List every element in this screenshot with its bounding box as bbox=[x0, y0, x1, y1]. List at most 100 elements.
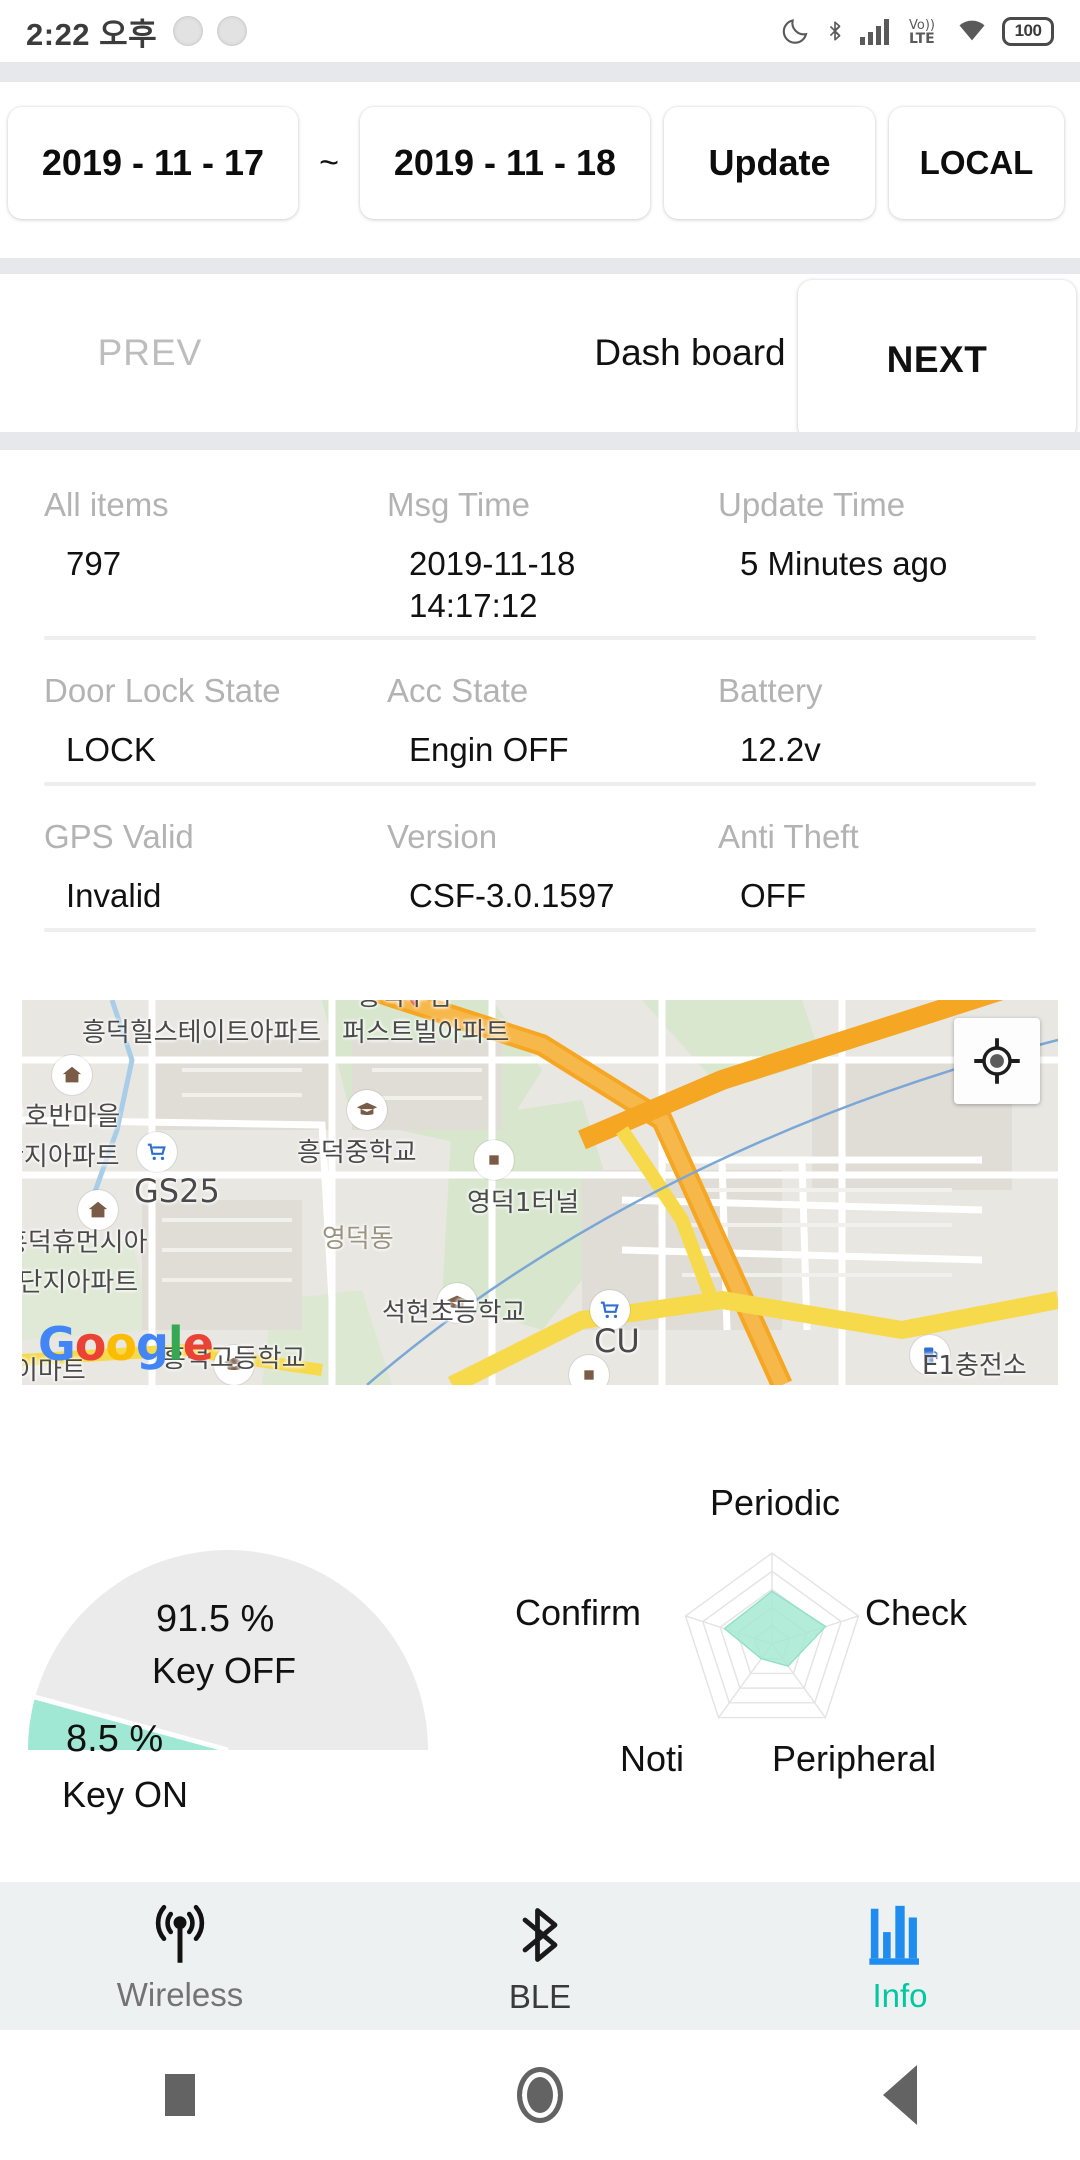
tab-info-label: Info bbox=[872, 1977, 928, 2014]
map-poi-building-icon-1 bbox=[474, 1140, 514, 1180]
battery-level-text: 100 bbox=[1014, 21, 1042, 40]
tab-ble-label: BLE bbox=[508, 1978, 572, 2015]
page-nav-bar: PREV Dash board NEXT bbox=[0, 274, 1080, 440]
android-home-button[interactable] bbox=[360, 2067, 720, 2123]
pie-label-key-off: Key OFF bbox=[152, 1650, 297, 1691]
next-button[interactable]: NEXT bbox=[798, 280, 1076, 440]
radar-label-confirm: Confirm bbox=[515, 1592, 642, 1633]
info-value-door-lock-state: LOCK bbox=[66, 731, 156, 768]
map-poi-school-icon-1 bbox=[347, 1090, 387, 1130]
pie-value-key-off: 91.5 % bbox=[156, 1598, 275, 1640]
location-map[interactable]: 흥덕힐스테이트아파트 퍼스트빌아파트 흥덕우남 2호반마을 한지아파트 GS25… bbox=[22, 1000, 1058, 1385]
info-label-anti-theft: Anti Theft bbox=[718, 818, 859, 855]
info-value-msg-time: 2019-11-18 14:17:12 bbox=[409, 545, 576, 625]
update-button-label: Update bbox=[708, 142, 831, 183]
map-label: 퍼스트빌아파트 bbox=[342, 1018, 510, 1048]
radar-chart: Periodic Check Peripheral Noti Confirm bbox=[515, 1430, 1080, 1830]
status-bar-clock: 2:22 오후 bbox=[26, 16, 158, 52]
signal-bars-icon bbox=[859, 16, 895, 46]
info-row-1: All items 797 Msg Time 2019-11-18 14:17:… bbox=[0, 450, 1080, 624]
map-label: 1단지아파트 bbox=[22, 1268, 139, 1298]
date-range-toolbar: 2019 - 11 - 17 ~ 2019 - 11 - 18 Update L… bbox=[0, 82, 1080, 244]
info-label-version: Version bbox=[387, 818, 498, 855]
battery-icon: 100 bbox=[1002, 16, 1054, 46]
divider-strip-top bbox=[0, 62, 1080, 82]
local-button[interactable]: LOCAL bbox=[889, 107, 1064, 219]
tab-info[interactable]: Info bbox=[720, 1897, 1080, 2015]
radar-label-check: Check bbox=[865, 1592, 968, 1633]
pie-value-key-on: 8.5 % bbox=[66, 1718, 164, 1760]
info-row-2: Door Lock State LOCK Acc State Engin OFF… bbox=[0, 640, 1080, 768]
info-label-all-items: All items bbox=[44, 486, 169, 523]
info-label-gps-valid: GPS Valid bbox=[44, 818, 194, 855]
update-button[interactable]: Update bbox=[664, 107, 875, 219]
triangle-back-icon bbox=[883, 2065, 917, 2125]
info-cell-update-time: Update Time 5 Minutes ago bbox=[656, 450, 1080, 600]
bluetooth-icon bbox=[824, 15, 846, 47]
status-bar: 2:22 오후 Vo)) LTE 100 bbox=[0, 0, 1080, 62]
circle-home-icon bbox=[517, 2067, 563, 2123]
info-value-anti-theft: OFF bbox=[740, 877, 806, 914]
radar-chart-plot bbox=[684, 1552, 860, 1719]
radar-label-peripheral: Peripheral bbox=[772, 1738, 937, 1779]
info-label-battery: Battery bbox=[718, 672, 823, 709]
info-label-acc-state: Acc State bbox=[387, 672, 529, 709]
info-cell-version: Version CSF-3.0.1597 bbox=[333, 786, 656, 914]
tab-wireless-label: Wireless bbox=[116, 1976, 244, 2013]
my-location-button[interactable] bbox=[954, 1018, 1040, 1104]
map-label: 영덕1터널 bbox=[467, 1188, 580, 1218]
info-row-3: GPS Valid Invalid Version CSF-3.0.1597 A… bbox=[0, 786, 1080, 914]
info-cell-msg-time: Msg Time 2019-11-18 14:17:12 bbox=[333, 450, 656, 624]
map-label: E1충전소 bbox=[922, 1351, 1027, 1381]
status-bar-system-icons: Vo)) LTE 100 bbox=[781, 15, 1054, 47]
map-label: 흥덕우남 bbox=[357, 1000, 453, 1013]
svg-text:LTE: LTE bbox=[909, 31, 935, 47]
info-cell-acc-state: Acc State Engin OFF bbox=[333, 640, 656, 768]
info-cell-anti-theft: Anti Theft OFF bbox=[656, 786, 1080, 914]
tab-wireless[interactable]: Wireless bbox=[0, 1898, 360, 2014]
charts-section: Periodic Check Peripheral Noti Confirm 9… bbox=[0, 1430, 1080, 1900]
date-from-button[interactable]: 2019 - 11 - 17 bbox=[8, 107, 298, 219]
date-to-value: 2019 - 11 - 18 bbox=[393, 142, 617, 183]
info-value-acc-state: Engin OFF bbox=[409, 731, 569, 768]
divider-strip-below-nav bbox=[0, 432, 1080, 450]
tab-ble[interactable]: BLE bbox=[360, 1896, 720, 2016]
key-state-pie-chart: 91.5 % Key OFF 8.5 % Key ON bbox=[0, 1430, 500, 1815]
date-to-button[interactable]: 2019 - 11 - 18 bbox=[360, 107, 650, 219]
divider-strip-mid bbox=[0, 258, 1080, 274]
android-back-button[interactable] bbox=[720, 2065, 1080, 2125]
bluetooth-icon bbox=[522, 1908, 558, 1962]
map-label: 영덕동 bbox=[322, 1224, 394, 1254]
bottom-tab-bar: Wireless BLE Info bbox=[0, 1882, 1080, 2030]
info-divider-3 bbox=[44, 928, 1036, 932]
status-bar-notification-icons bbox=[173, 16, 248, 46]
notification-dot-icon-1 bbox=[173, 16, 204, 46]
map-label: 석현초등학교 bbox=[382, 1298, 526, 1328]
local-button-label: LOCAL bbox=[919, 144, 1034, 181]
date-range-separator: ~ bbox=[319, 143, 339, 182]
radar-label-periodic: Periodic bbox=[710, 1482, 841, 1523]
info-label-door-lock-state: Door Lock State bbox=[44, 672, 281, 709]
my-location-icon bbox=[974, 1038, 1020, 1084]
pie-label-key-on: Key ON bbox=[62, 1774, 189, 1815]
prev-button[interactable]: PREV bbox=[0, 332, 300, 374]
info-cell-all-items: All items 797 bbox=[0, 450, 333, 600]
map-label: 2호반마을 bbox=[22, 1102, 121, 1132]
info-value-update-time: 5 Minutes ago bbox=[740, 545, 948, 582]
info-value-battery: 12.2v bbox=[740, 731, 821, 768]
map-poi-store-icon-1 bbox=[137, 1132, 177, 1172]
vehicle-info-grid: All items 797 Msg Time 2019-11-18 14:17:… bbox=[0, 450, 1080, 932]
info-cell-door-lock-state: Door Lock State LOCK bbox=[0, 640, 333, 768]
info-cell-battery: Battery 12.2v bbox=[656, 640, 1080, 768]
map-label: GS25 bbox=[134, 1172, 220, 1210]
map-label: CU bbox=[594, 1322, 640, 1360]
map-poi-house-icon-1 bbox=[52, 1055, 92, 1095]
google-logo: Google bbox=[38, 1317, 214, 1371]
info-label-msg-time: Msg Time bbox=[387, 486, 531, 523]
map-label: 흥덕중학교 bbox=[297, 1138, 417, 1168]
dnd-moon-icon bbox=[781, 15, 811, 47]
square-recents-icon bbox=[165, 2074, 195, 2116]
android-recents-button[interactable] bbox=[0, 2074, 360, 2116]
map-label: 한지아파트 bbox=[22, 1142, 120, 1172]
notification-dot-icon-2 bbox=[217, 16, 248, 46]
